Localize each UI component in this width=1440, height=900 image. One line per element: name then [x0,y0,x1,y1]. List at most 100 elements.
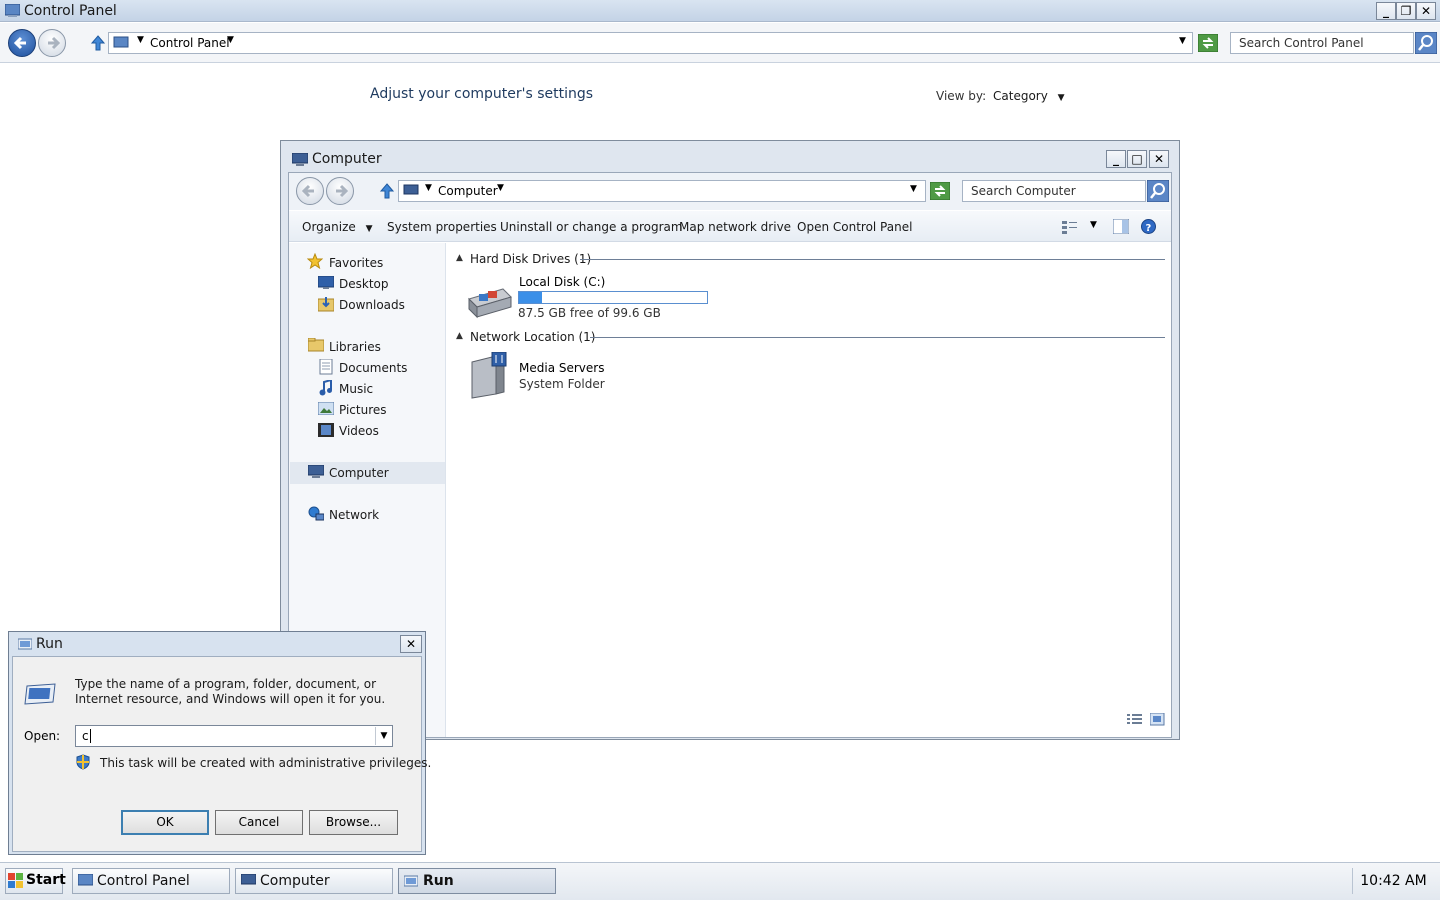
chevron-down-icon[interactable]: ▼ [425,183,432,193]
organize-menu[interactable]: Organize ▼ [302,220,373,234]
group-header-hdd[interactable]: Hard Disk Drives (1) [470,252,591,266]
cp-address-bar[interactable]: ▼ Control Panel ▼ ▼ [108,32,1193,54]
start-label[interactable]: Start [26,872,66,888]
drive-name[interactable]: Local Disk (C:) [519,275,605,289]
refresh-icon[interactable] [1198,34,1218,52]
chevron-down-icon[interactable]: ▼ [910,184,917,194]
chevron-down-icon[interactable]: ▼ [1090,220,1097,230]
nav-item-music[interactable]: Music [339,382,373,396]
admin-note: This task will be created with administr… [100,756,432,770]
refresh-icon[interactable] [930,182,950,200]
computer-icon [241,874,256,885]
cancel-button[interactable]: Cancel [215,810,303,835]
chevron-down-icon[interactable]: ▼ [497,183,504,193]
map-network-drive-button[interactable]: Map network drive [679,220,791,234]
page-heading: Adjust your computer's settings [370,86,594,102]
up-arrow-icon[interactable] [379,183,395,199]
network-icon [308,506,324,522]
close-button[interactable]: ✕ [1149,150,1169,168]
back-button[interactable] [8,29,36,57]
nav-item-pictures[interactable]: Pictures [339,403,387,417]
run-program-icon [23,682,57,706]
window-title: Control Panel [24,3,117,19]
control-panel-titlebar [0,0,1440,22]
chevron-down-icon[interactable]: ▼ [1179,36,1186,46]
help-icon[interactable]: ? [1141,219,1156,234]
nav-item-network[interactable]: Network [329,508,379,522]
hard-disk-icon[interactable] [465,285,513,319]
search-input[interactable]: Search Control Panel [1230,32,1414,54]
nav-item-downloads[interactable]: Downloads [339,298,405,312]
group-divider [580,259,1165,260]
open-control-panel-button[interactable]: Open Control Panel [797,220,912,234]
minimize-button[interactable]: _ [1106,150,1126,168]
group-header-network[interactable]: Network Location (1) [470,330,595,344]
nav-item-computer[interactable]: Computer [329,466,389,480]
close-button[interactable]: ✕ [1416,2,1436,20]
details-view-icon[interactable] [1127,713,1142,726]
pictures-icon [318,402,334,415]
chevron-down-icon[interactable]: ▼ [227,35,234,45]
change-view-icon[interactable] [1062,220,1078,234]
maximize-button[interactable]: □ [1127,150,1147,168]
view-by-value[interactable]: Category [993,89,1048,103]
back-button[interactable] [296,177,324,205]
minimize-button[interactable]: _ [1376,2,1396,20]
tiles-view-icon[interactable] [1150,713,1165,726]
network-item-type: System Folder [519,377,605,391]
chevron-down-icon[interactable]: ▼ [1058,93,1065,103]
preview-pane-icon[interactable] [1113,219,1129,234]
breadcrumb[interactable]: Computer [438,184,498,198]
uninstall-program-button[interactable]: Uninstall or change a program [500,220,683,234]
restore-button[interactable]: ❐ [1396,2,1416,20]
arrow-left-icon [13,36,26,50]
close-button[interactable]: ✕ [400,635,422,653]
computer-icon [292,153,308,167]
chevron-down-icon[interactable]: ▼ [375,727,392,745]
chevron-down-icon[interactable]: ▼ [366,224,373,234]
arrow-right-icon [336,184,349,198]
collapse-triangle-icon[interactable]: ▲ [456,253,463,263]
system-properties-button[interactable]: System properties [387,220,497,234]
breadcrumb[interactable]: Control Panel [150,36,230,50]
music-icon [319,380,333,396]
desktop-icon [318,276,334,290]
ok-button[interactable]: OK [121,810,209,835]
nav-item-videos[interactable]: Videos [339,424,379,438]
libraries-icon [308,338,324,352]
nav-item-libraries[interactable]: Libraries [329,340,381,354]
media-server-icon[interactable] [470,352,516,400]
up-arrow-icon[interactable] [90,35,106,51]
open-combobox[interactable]: c ▼ [75,725,393,747]
clock[interactable]: 10:42 AM [1352,868,1434,894]
taskbar-item-computer[interactable]: Computer [235,868,393,894]
view-by-dropdown[interactable]: Category ▼ [993,89,1065,103]
forward-button[interactable] [38,29,66,57]
control-panel-icon [5,4,20,18]
computer-address-bar[interactable]: ▼ Computer ▼ ▼ [398,180,926,202]
taskbar-item-control-panel[interactable]: Control Panel [72,868,230,894]
search-icon[interactable] [1147,180,1169,202]
search-input[interactable]: Search Computer [962,180,1146,202]
network-item-name[interactable]: Media Servers [519,361,604,375]
nav-item-documents[interactable]: Documents [339,361,407,375]
collapse-triangle-icon[interactable]: ▲ [456,331,463,341]
control-panel-icon [78,874,93,886]
forward-button[interactable] [326,177,354,205]
start-button[interactable]: Start [5,868,66,894]
run-description: Type the name of a program, folder, docu… [75,677,386,706]
chevron-down-icon[interactable]: ▼ [137,35,144,45]
open-input[interactable]: c [82,729,91,743]
taskbar-item-label[interactable]: Control Panel [97,873,190,889]
view-by-label: View by: [936,89,987,103]
nav-item-desktop[interactable]: Desktop [339,277,389,291]
taskbar-item-label[interactable]: Computer [260,873,330,889]
browse-button[interactable]: Browse... [309,810,398,835]
search-icon[interactable] [1415,32,1437,54]
drive-usage-bar [518,291,708,304]
dialog-title: Run [36,636,63,652]
organize-label[interactable]: Organize [302,220,356,234]
nav-item-favorites[interactable]: Favorites [329,256,383,270]
taskbar-item-label[interactable]: Run [423,873,454,889]
taskbar-item-run[interactable]: Run [398,868,556,894]
